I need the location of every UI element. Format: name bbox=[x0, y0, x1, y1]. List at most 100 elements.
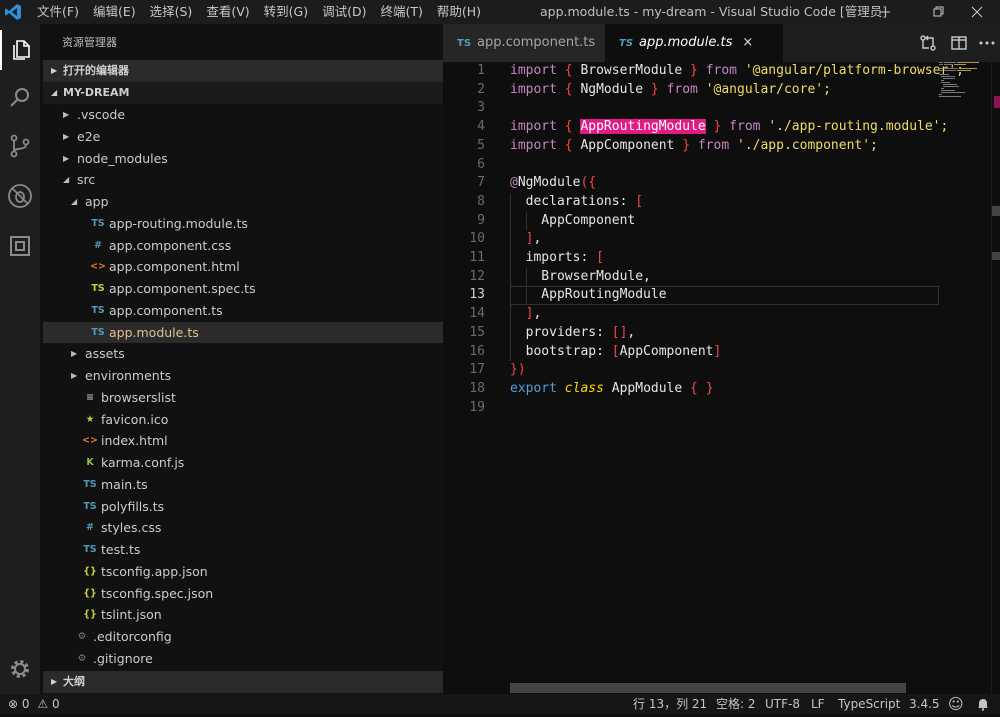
tree-item-label: src bbox=[77, 172, 96, 188]
scrollbar-thumb[interactable] bbox=[992, 206, 1000, 216]
tree-folder[interactable]: ▶ .vscode bbox=[43, 104, 443, 126]
menu-item[interactable]: 帮助(H) bbox=[430, 0, 488, 24]
problems-indicator[interactable]: ⊗ 0 ⚠ 0 bbox=[8, 694, 60, 714]
source-control-button[interactable] bbox=[0, 126, 40, 166]
code-line[interactable]: import { AppRoutingModule } from './app-… bbox=[510, 118, 948, 137]
vertical-scrollbar[interactable] bbox=[991, 62, 1000, 694]
tree-file[interactable]: TS app.module.ts bbox=[43, 321, 443, 344]
open-editors-section[interactable]: ▶ 打开的编辑器 bbox=[43, 60, 443, 82]
settings-button[interactable] bbox=[0, 649, 40, 689]
code-line[interactable]: bootstrap: [AppComponent] bbox=[510, 343, 722, 362]
tree-folder[interactable]: ◢ src bbox=[43, 169, 443, 191]
tree-item-label: main.ts bbox=[101, 476, 148, 492]
tree-file[interactable]: {} tsconfig.spec.json bbox=[43, 583, 443, 605]
code-line[interactable]: imports: [ bbox=[510, 249, 604, 268]
tree-item-label: app.component.spec.ts bbox=[109, 281, 256, 296]
code-token: declarations: bbox=[510, 193, 636, 209]
tab-app-component-ts[interactable]: TS app.component.ts bbox=[443, 24, 605, 62]
code-editor[interactable]: 1 2 3 4 5 6 7 8 9 10 11 12 13 14 15 16 17 18 19 import { B… bbox=[443, 62, 1000, 694]
tree-file[interactable]: # app.component.css bbox=[43, 235, 443, 257]
tree-file[interactable]: {} tsconfig.app.json bbox=[43, 561, 443, 583]
tree-file[interactable]: # styles.css bbox=[43, 517, 443, 539]
menu-item[interactable]: 文件(F) bbox=[30, 0, 86, 24]
tree-file[interactable]: TS main.ts bbox=[43, 474, 443, 496]
typescript-version[interactable]: 3.4.5 bbox=[909, 694, 940, 714]
menu-item[interactable]: 查看(V) bbox=[199, 0, 256, 24]
tree-item-label: .vscode bbox=[77, 107, 126, 122]
tree-item-label: .gitignore bbox=[93, 650, 153, 666]
encoding-setting[interactable]: UTF-8 bbox=[765, 694, 800, 714]
menu-item[interactable]: 编辑(E) bbox=[86, 0, 143, 24]
debug-button[interactable] bbox=[0, 176, 40, 216]
code-line[interactable]: declarations: [ bbox=[510, 193, 643, 212]
close-tab-icon[interactable]: × bbox=[742, 35, 753, 50]
tree-file[interactable]: ⚙ .editorconfig bbox=[43, 626, 443, 648]
menu-item[interactable]: 调试(D) bbox=[315, 0, 373, 24]
feedback-smiley-icon[interactable]: ☺ bbox=[948, 694, 964, 714]
tree-file[interactable]: TS test.ts bbox=[43, 539, 443, 561]
more-actions-icon[interactable] bbox=[978, 34, 996, 52]
split-editor-icon[interactable] bbox=[950, 34, 968, 52]
tree-file[interactable]: ⚙ .gitignore bbox=[43, 648, 443, 670]
code-line[interactable]: @NgModule({ bbox=[510, 174, 596, 193]
code-line[interactable]: export class AppModule { } bbox=[510, 380, 714, 399]
tree-folder[interactable]: ▶ e2e bbox=[43, 126, 443, 148]
code-token: , bbox=[533, 306, 542, 322]
extensions-button[interactable] bbox=[0, 226, 40, 266]
css-file-icon: # bbox=[86, 522, 94, 534]
indentation-setting[interactable]: 空格: 2 bbox=[716, 694, 756, 714]
code-line[interactable]: import { BrowserModule } from '@angular/… bbox=[510, 62, 964, 81]
txt-file-icon: ≡ bbox=[86, 391, 94, 403]
ts-file-icon: TS bbox=[83, 544, 97, 555]
code-line[interactable]: import { AppComponent } from './app.comp… bbox=[510, 137, 878, 156]
close-window-button[interactable] bbox=[954, 0, 1000, 24]
tree-file[interactable]: <> index.html bbox=[43, 430, 443, 452]
language-mode[interactable]: TypeScript bbox=[838, 694, 900, 714]
tree-folder[interactable]: ▶ environments bbox=[43, 365, 443, 387]
minimize-button[interactable] bbox=[862, 0, 908, 24]
tree-file[interactable]: ★ favicon.ico bbox=[43, 409, 443, 431]
search-button[interactable] bbox=[0, 78, 40, 118]
tree-file[interactable]: TS app.component.ts bbox=[43, 300, 443, 322]
code-token: AppComponent bbox=[510, 212, 636, 228]
tab-app-module-ts[interactable]: TS app.module.ts × bbox=[605, 24, 783, 62]
outline-section[interactable]: ▶ 大纲 bbox=[43, 671, 443, 693]
minimap[interactable] bbox=[939, 62, 991, 162]
code-line[interactable]: ], bbox=[510, 230, 542, 249]
tree-folder[interactable]: ▶ node_modules bbox=[43, 148, 443, 170]
tree-file[interactable]: TS polyfills.ts bbox=[43, 496, 443, 518]
fav-file-icon: ★ bbox=[85, 413, 95, 425]
code-line[interactable]: BrowserModule, bbox=[510, 268, 651, 287]
eol-setting[interactable]: LF bbox=[811, 694, 825, 714]
menu-item[interactable]: 选择(S) bbox=[143, 0, 200, 24]
tree-folder[interactable]: ▶ assets bbox=[43, 343, 443, 365]
tree-file[interactable]: TS app-routing.module.ts bbox=[43, 213, 443, 235]
tree-file[interactable]: {} tslint.json bbox=[43, 604, 443, 626]
horizontal-scrollbar[interactable] bbox=[510, 683, 906, 693]
open-changes-icon[interactable] bbox=[919, 34, 937, 52]
code-line[interactable]: }) bbox=[510, 361, 526, 380]
tree-folder[interactable]: ◢ app bbox=[43, 191, 443, 213]
code-line[interactable]: ], bbox=[510, 305, 542, 324]
project-section[interactable]: ◢ MY-DREAM bbox=[43, 82, 443, 104]
line-number: 9 bbox=[477, 212, 485, 228]
tree-file[interactable]: TS app.component.spec.ts bbox=[43, 278, 443, 300]
tree-file[interactable]: <> app.component.html bbox=[43, 256, 443, 278]
chevron-right-icon: ▶ bbox=[63, 153, 70, 163]
explorer-button[interactable] bbox=[0, 30, 40, 70]
code-token: { bbox=[564, 81, 573, 97]
tree-item-label: app-routing.module.ts bbox=[109, 215, 248, 231]
menu-item[interactable]: 终端(T) bbox=[373, 0, 429, 24]
tree-file[interactable]: ≡ browserslist bbox=[43, 387, 443, 409]
code-line[interactable]: AppRoutingModule bbox=[510, 286, 666, 305]
tree-item-label: favicon.ico bbox=[101, 411, 169, 427]
code-line[interactable]: providers: [], bbox=[510, 324, 636, 343]
code-line[interactable]: AppComponent bbox=[510, 212, 635, 231]
menu-item[interactable]: 转到(G) bbox=[257, 0, 315, 24]
ts-file-icon: TS bbox=[83, 500, 97, 512]
cursor-position[interactable]: 行 13，列 21 bbox=[633, 694, 707, 714]
code-line[interactable]: import { NgModule } from '@angular/core'… bbox=[510, 81, 831, 100]
tree-file[interactable]: Kkarma.conf.js bbox=[43, 452, 443, 474]
